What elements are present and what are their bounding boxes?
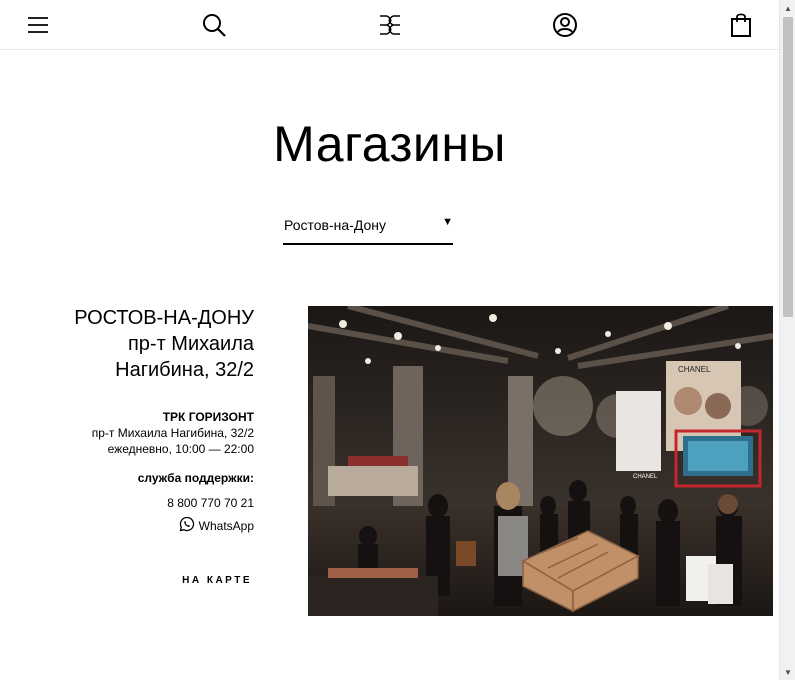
whatsapp-link[interactable]: WhatsApp bbox=[20, 516, 254, 535]
search-icon[interactable] bbox=[199, 10, 229, 40]
support-phone[interactable]: 8 800 770 70 21 bbox=[20, 496, 254, 510]
hamburger-menu-icon[interactable] bbox=[23, 10, 53, 40]
photo-sign-chanel: CHANEL bbox=[678, 365, 711, 374]
whatsapp-label: WhatsApp bbox=[198, 518, 254, 533]
store-address: пр-т Михаила Нагибина, 32/2 bbox=[115, 333, 254, 381]
store-city: РОСТОВ-НА-ДОНУ bbox=[74, 307, 254, 329]
map-link[interactable]: НА КАРТЕ bbox=[20, 575, 254, 586]
scrollbar-thumb[interactable] bbox=[783, 17, 793, 317]
page-title: Магазины bbox=[273, 116, 506, 172]
mall-name: ТРК ГОРИЗОНТ bbox=[162, 410, 254, 424]
caret-down-icon: ▼ bbox=[442, 216, 453, 228]
store-photo: CHANEL CHANEL bbox=[308, 306, 773, 616]
support-label: служба поддержки: bbox=[137, 471, 254, 485]
account-icon[interactable] bbox=[550, 10, 580, 40]
logo-icon[interactable] bbox=[375, 10, 405, 40]
scroll-up-arrow-icon[interactable]: ▲ bbox=[780, 0, 795, 16]
city-select[interactable]: Ростов-на-Дону ▼ bbox=[283, 208, 453, 245]
whatsapp-icon bbox=[179, 516, 195, 535]
top-navigation-bar bbox=[0, 0, 779, 50]
shopping-bag-icon[interactable] bbox=[726, 10, 756, 40]
photo-sign-chanel-2: CHANEL bbox=[633, 474, 658, 480]
city-select-value: Ростов-на-Дону bbox=[284, 217, 386, 233]
store-info: РОСТОВ-НА-ДОНУ пр-т Михаила Нагибина, 32… bbox=[20, 305, 254, 586]
vertical-scrollbar[interactable]: ▲ ▼ bbox=[779, 0, 795, 680]
scroll-down-arrow-icon[interactable]: ▼ bbox=[780, 664, 795, 680]
store-hours: ежедневно, 10:00 — 22:00 bbox=[107, 442, 254, 456]
mall-address: пр-т Михаила Нагибина, 32/2 bbox=[91, 426, 254, 440]
